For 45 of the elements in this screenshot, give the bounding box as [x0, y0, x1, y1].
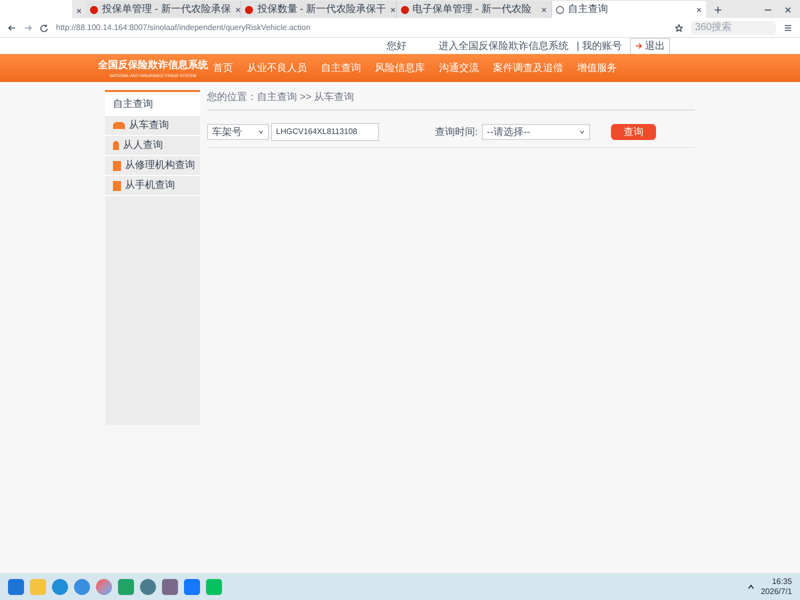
page-icon	[90, 6, 98, 14]
query-button[interactable]: 查询	[610, 124, 656, 140]
page-icon	[556, 6, 564, 14]
tab-title: 投保数量 - 新一代农险承保干	[257, 2, 386, 17]
browser-tab[interactable]: 投保数量 - 新一代农险承保干	[241, 1, 396, 18]
url-text[interactable]: http://88.100.14.164:8007/sinolaaf/independent/queryRiskVehicle.action	[56, 22, 667, 34]
time-select[interactable]: --请选择--	[482, 124, 590, 140]
exit-icon	[635, 42, 643, 50]
close-icon[interactable]	[784, 6, 792, 14]
close-icon[interactable]	[540, 6, 547, 12]
chevron-icon	[578, 129, 585, 135]
input-field[interactable]: LHGCV164XL8113108	[271, 123, 379, 141]
tab-title: 投保单管理 - 新一代农险承保	[102, 2, 231, 17]
greeting-text: 您好	[386, 40, 407, 54]
sidebar-title: 自主查询	[105, 92, 200, 116]
system-link[interactable]: 进入全国反保险欺诈信息系统	[438, 38, 569, 54]
sidebar-item[interactable]: 从修理机构查询	[105, 156, 200, 176]
sidebar-item[interactable]: 从人查询	[105, 136, 200, 156]
breadcrumb: 您的位置：自主查询 >> 从车查询	[207, 90, 695, 111]
page-icon	[245, 6, 254, 14]
close-icon[interactable]	[390, 6, 396, 12]
sidebar-item[interactable]: 从手机查询	[105, 176, 200, 196]
sidebar-item[interactable]: 从车查询	[105, 116, 200, 136]
account-link[interactable]: | 我的账号	[576, 38, 622, 54]
star-icon[interactable]	[675, 24, 683, 32]
back-icon[interactable]	[8, 24, 16, 32]
forward-icon[interactable]	[24, 24, 32, 32]
page-icon	[400, 6, 408, 14]
chevron-up-icon[interactable]	[746, 582, 755, 590]
reload-icon[interactable]	[40, 24, 48, 32]
tab-title: 自主查询	[568, 2, 608, 17]
browser-tab[interactable]: 自主查询	[552, 1, 706, 18]
browser-tab[interactable]: 投保单管理 - 新一代农险承保	[86, 1, 242, 18]
time-label: 查询时间:	[435, 126, 478, 140]
close-icon[interactable]	[234, 6, 241, 12]
clock[interactable]: 16:35 2026/7/1	[760, 576, 792, 596]
browser-tab[interactable]: 电子保单管理 - 新一代农险	[396, 1, 552, 18]
field-type-select[interactable]: 车架号	[207, 124, 269, 140]
new-tab-icon[interactable]	[714, 6, 722, 14]
chevron-icon	[258, 129, 264, 135]
logo-title: 全国反保险欺诈信息系统	[98, 58, 208, 72]
close-icon[interactable]	[76, 8, 82, 14]
menu-icon[interactable]	[784, 24, 792, 32]
close-icon[interactable]	[696, 6, 702, 12]
tab-title: 电子保单管理 - 新一代农险	[412, 2, 532, 17]
